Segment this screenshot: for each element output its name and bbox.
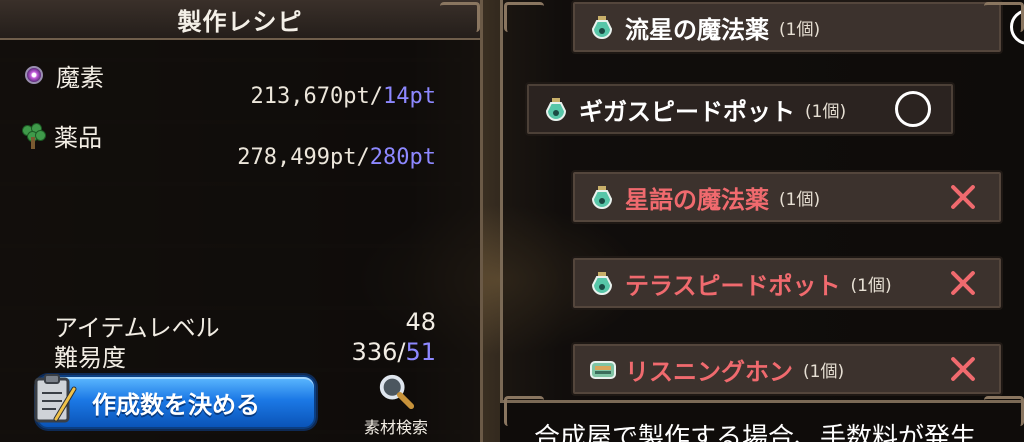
resource-label: 薬品	[54, 124, 102, 152]
frame-corner-decoration	[440, 2, 480, 32]
item-name: 星語の魔法薬	[625, 185, 769, 214]
difficulty-current: 336	[351, 338, 398, 366]
recipe-item-list: 流星の魔法薬 (1個) ギガスピードポット (1個) 星語の魔法薬 (1個) テ…	[500, 0, 1024, 400]
difficulty-max: 51	[405, 338, 436, 366]
difficulty-value: 336/51	[351, 338, 436, 366]
unavailable-x-icon	[945, 351, 981, 387]
frame-corner-decoration	[504, 396, 544, 426]
fee-notice-bar: 合成屋で製作する場合、手数料が発生	[500, 400, 1024, 442]
list-item-giga-speed-pot[interactable]: ギガスピードポット (1個)	[527, 84, 953, 134]
list-item-meteor-potion[interactable]: 流星の魔法薬 (1個)	[573, 2, 1024, 52]
clipboard-icon	[34, 374, 77, 423]
unavailable-x-icon	[945, 265, 981, 301]
potion-icon	[589, 14, 615, 40]
resource-cost: 14pt	[383, 84, 436, 109]
recipe-info-panel: 製作レシピ 魔素 213,670pt/14pt 薬品 278,499pt/280…	[0, 0, 483, 442]
magnifier-icon	[379, 374, 415, 410]
list-item-listening-horn[interactable]: リスニングホン (1個)	[573, 344, 1001, 394]
fee-notice-text: 合成屋で製作する場合、手数料が発生	[534, 423, 977, 442]
resource-value-mana: 213,670pt/14pt	[250, 84, 436, 109]
potion-icon	[589, 270, 615, 296]
resource-value-medicine: 278,499pt/280pt	[237, 145, 436, 170]
item-count: (1個)	[779, 19, 821, 40]
resource-cost: 280pt	[369, 145, 436, 170]
frame-corner-decoration	[984, 2, 1024, 32]
material-search-button[interactable]: 素材検索	[356, 372, 436, 438]
unavailable-x-icon	[945, 179, 981, 215]
item-count: (1個)	[779, 189, 821, 210]
resource-owned: 213,670pt	[250, 84, 370, 109]
resource-owned: 278,499pt	[237, 145, 357, 170]
resource-row-mana: 魔素	[22, 58, 104, 93]
item-count: (1個)	[803, 361, 845, 382]
horn-icon	[589, 356, 616, 382]
resource-row-medicine: 薬品	[20, 118, 102, 153]
resource-label: 魔素	[56, 64, 104, 92]
item-name: テラスピードポット	[625, 271, 841, 300]
panel-title: 製作レシピ	[177, 7, 303, 36]
item-name: ギガスピードポット	[579, 97, 795, 126]
herb-icon	[20, 122, 46, 149]
magic-orb-icon	[22, 63, 48, 89]
frame-corner-decoration	[504, 2, 544, 32]
item-name: 流星の魔法薬	[625, 15, 769, 44]
item-count: (1個)	[850, 275, 892, 296]
item-level-value: 48	[405, 308, 436, 336]
decide-quantity-label: 作成数を決める	[92, 390, 260, 419]
potion-icon	[589, 184, 615, 210]
decide-quantity-button[interactable]: 作成数を決める	[34, 374, 316, 429]
available-circle-icon	[895, 91, 931, 127]
list-item-star-word-potion[interactable]: 星語の魔法薬 (1個)	[573, 172, 1001, 222]
list-item-tera-speed-pot[interactable]: テラスピードポット (1個)	[573, 258, 1001, 308]
material-search-label: 素材検索	[363, 418, 428, 437]
item-count: (1個)	[805, 101, 847, 122]
potion-icon	[543, 96, 569, 122]
frame-corner-decoration	[984, 396, 1024, 426]
panel-title-bar: 製作レシピ	[0, 0, 480, 40]
item-name: リスニングホン	[625, 357, 793, 386]
difficulty-label: 難易度	[54, 344, 126, 372]
